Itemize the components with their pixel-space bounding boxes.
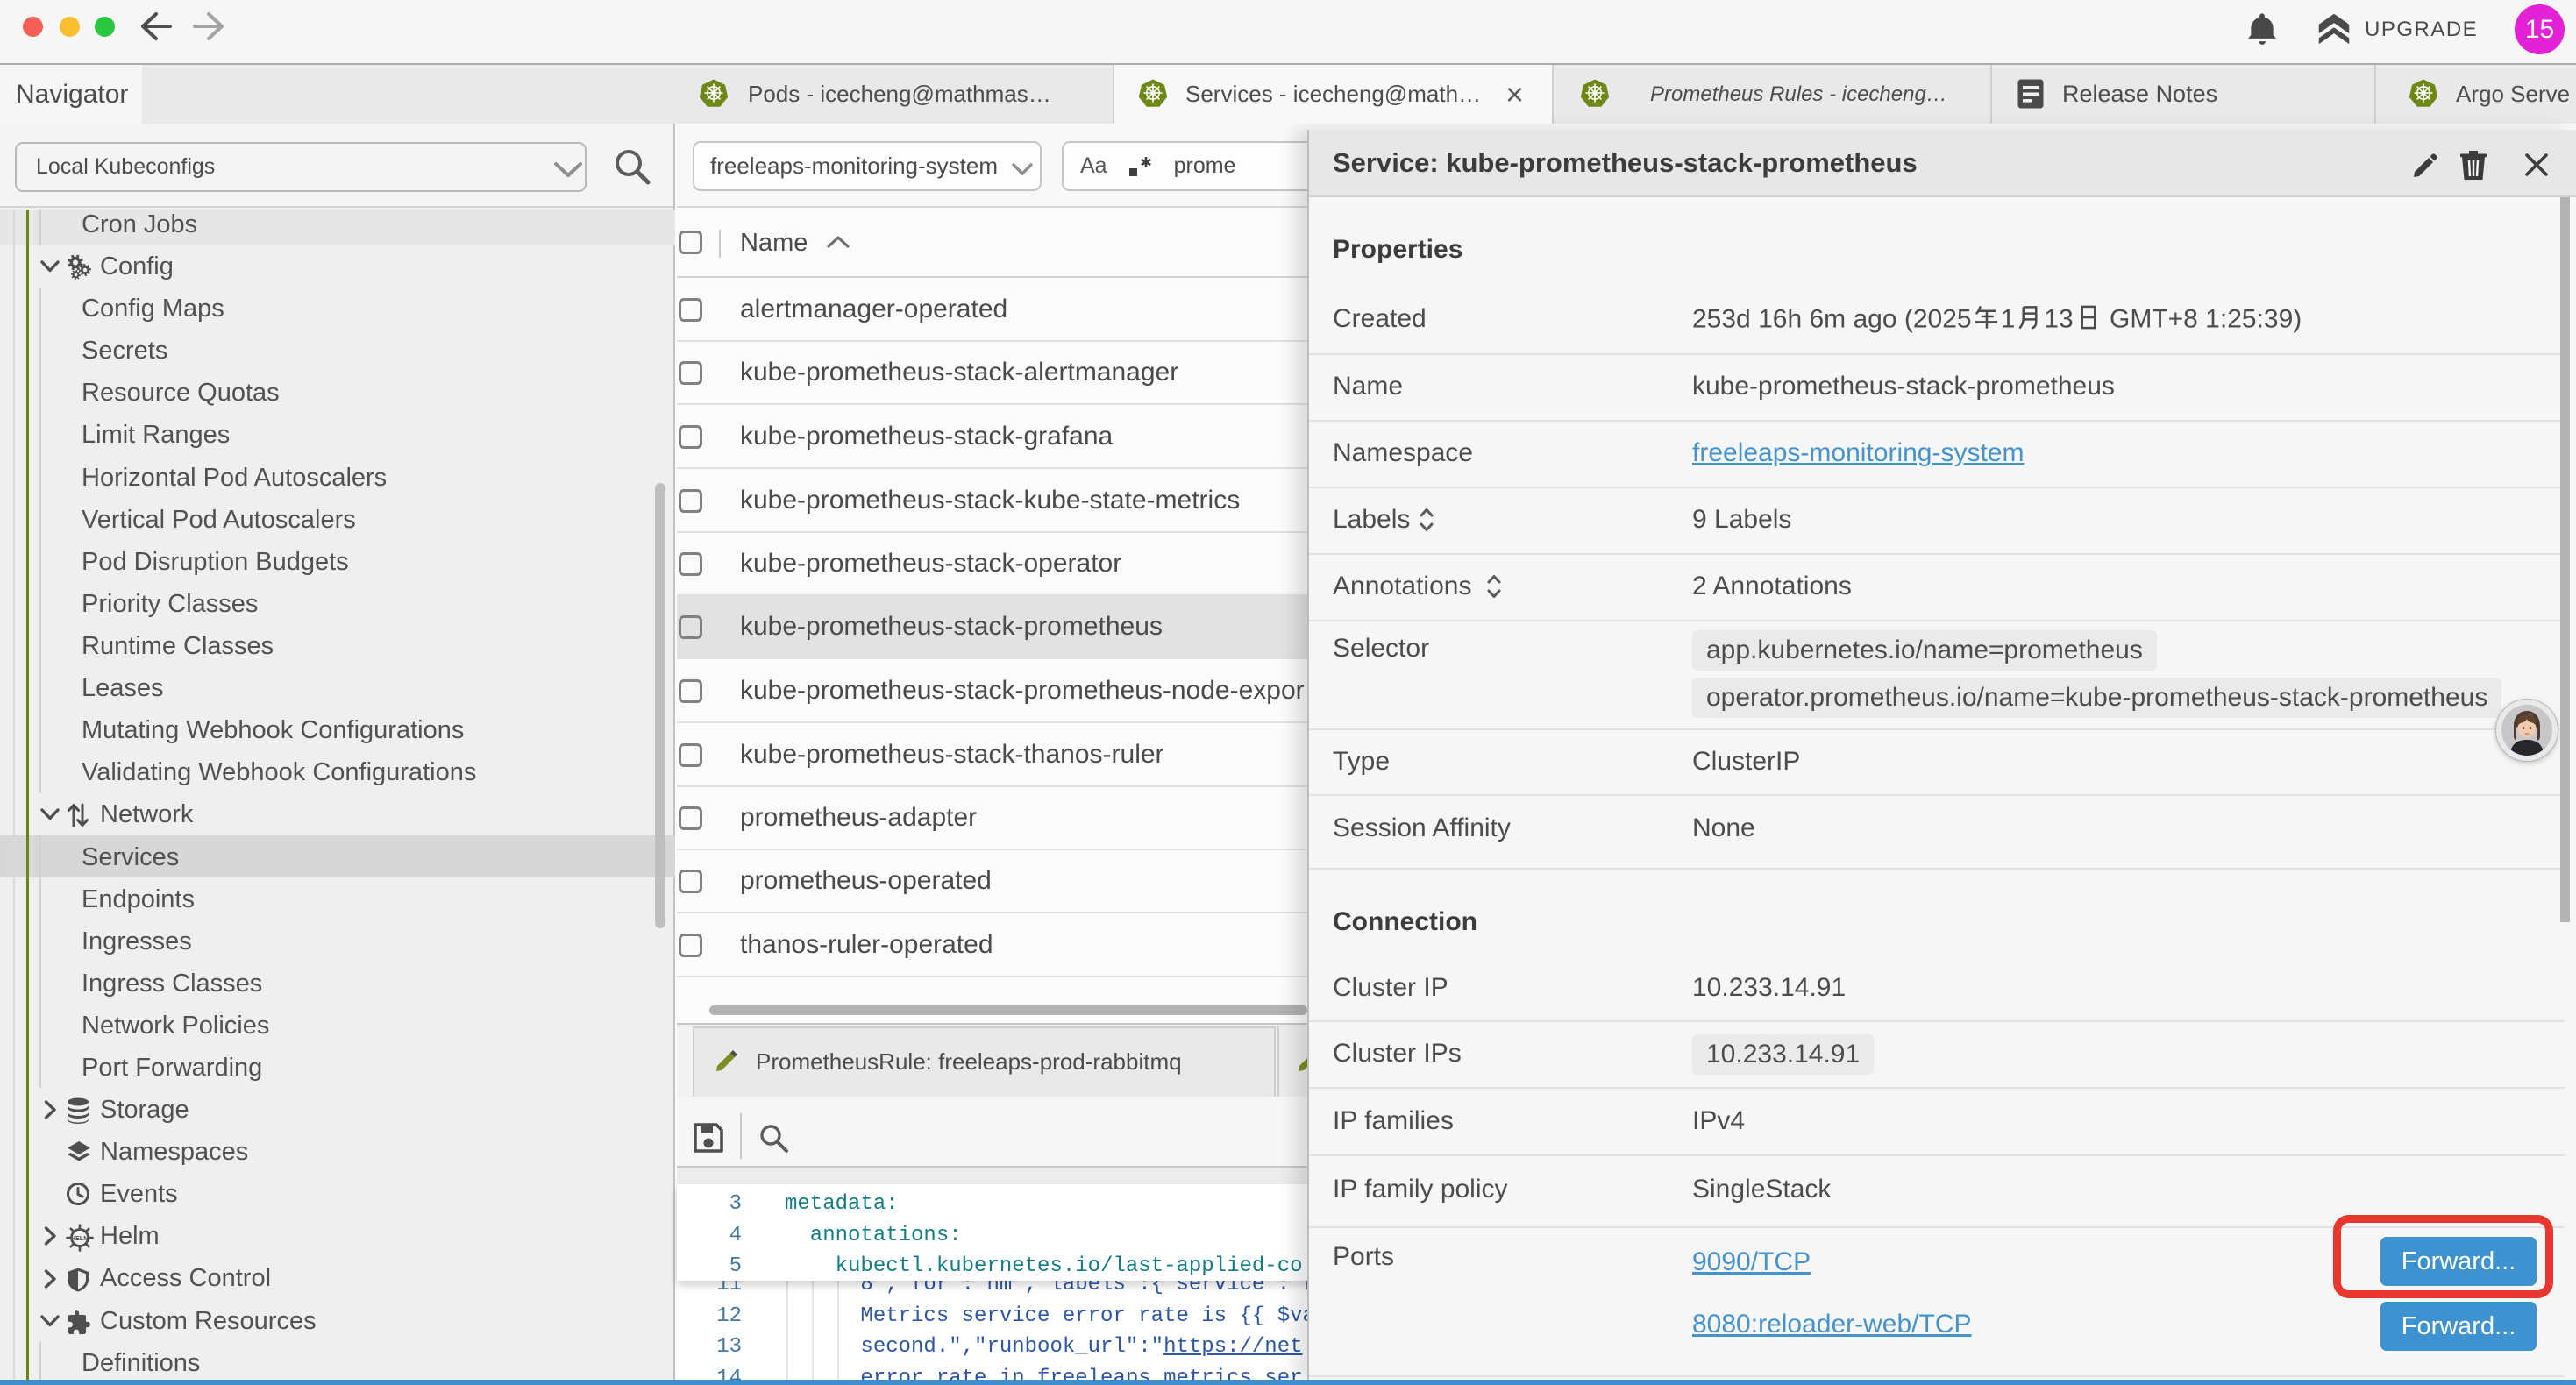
svg-text:HELM: HELM	[71, 1234, 89, 1242]
